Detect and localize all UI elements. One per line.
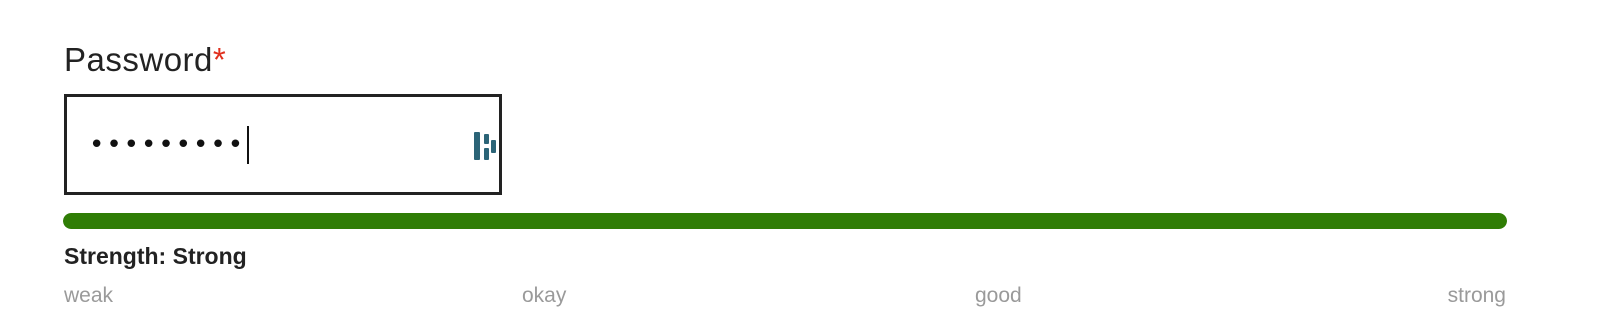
- scale-label-strong: strong: [1447, 284, 1506, 307]
- scale-label-good: good: [975, 284, 1022, 307]
- password-masked-text: •••••••••: [89, 130, 246, 160]
- password-label: Password*: [64, 40, 226, 80]
- scale-label-okay: okay: [522, 284, 567, 307]
- password-input-value[interactable]: •••••••••: [89, 126, 250, 164]
- password-strength-bar: [63, 213, 1507, 229]
- text-caret: [247, 126, 250, 164]
- password-input[interactable]: •••••••••: [64, 94, 502, 195]
- scale-label-weak: weak: [64, 284, 114, 307]
- required-asterisk: *: [212, 41, 227, 78]
- password-label-text: Password: [64, 41, 213, 78]
- password-manager-icon-svg: [474, 132, 496, 160]
- password-strength-fill: [63, 213, 1507, 229]
- password-strength-text: Strength: Strong: [64, 243, 247, 269]
- password-manager-icon[interactable]: [473, 130, 497, 162]
